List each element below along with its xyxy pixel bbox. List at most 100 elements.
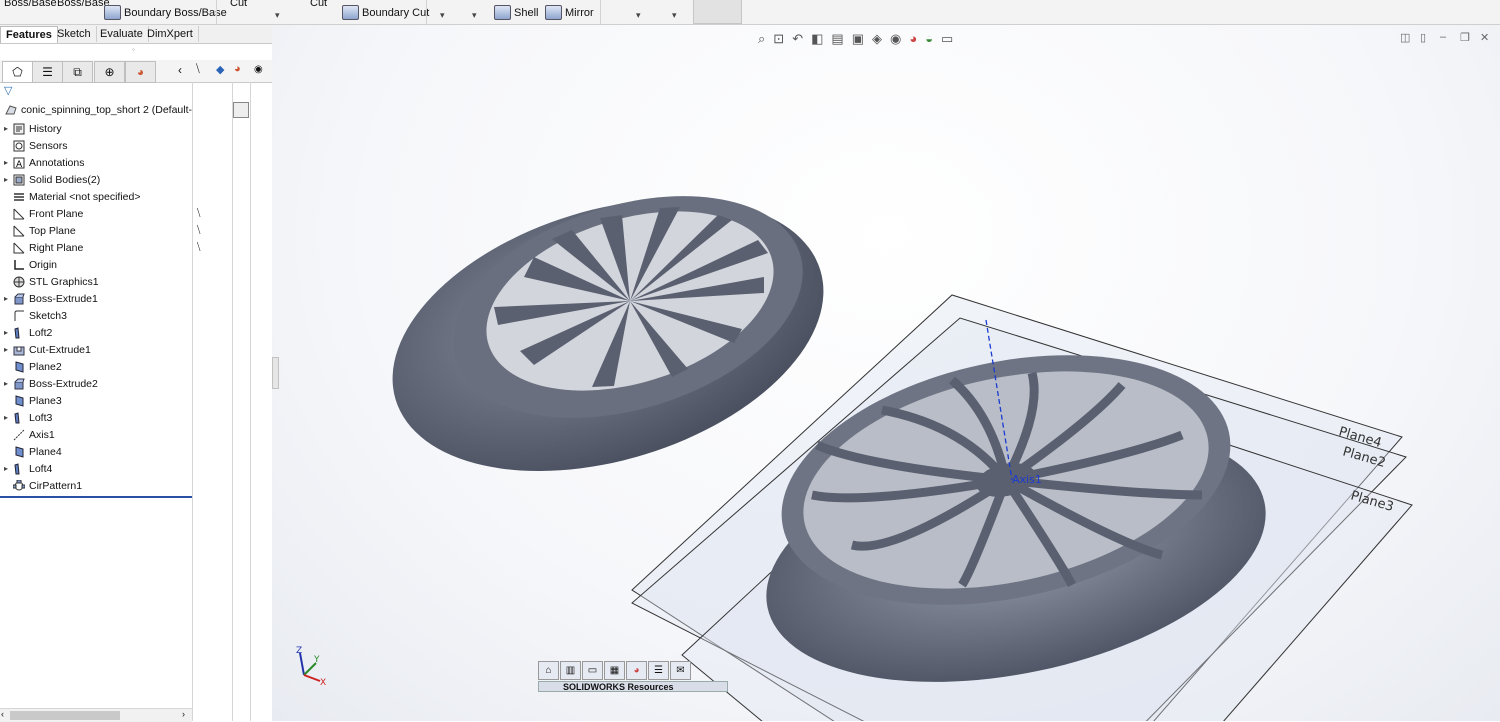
chevron-down-icon[interactable]: ▾ bbox=[636, 10, 641, 21]
tree-item-loft4[interactable]: ▸ Loft4 bbox=[0, 460, 192, 477]
display-manager-tab[interactable]: ◕ bbox=[125, 61, 156, 83]
ref-plane-icon bbox=[12, 360, 25, 373]
extruded-boss-button[interactable]: Boss/Base bbox=[4, 0, 57, 9]
custom-properties-icon[interactable]: ☰ bbox=[648, 661, 669, 680]
tree-item-annotations[interactable]: ▸ A Annotations bbox=[0, 154, 192, 171]
appearance-icon: ◕ bbox=[136, 65, 145, 79]
task-pane-title[interactable]: SOLIDWORKS Resources bbox=[538, 681, 728, 692]
tree-item-top-plane[interactable]: Top Plane bbox=[0, 222, 192, 239]
extruded-cut-button[interactable]: Cut bbox=[230, 0, 247, 9]
chevron-down-icon[interactable]: ▾ bbox=[672, 10, 677, 21]
design-library-icon[interactable]: ▥ bbox=[560, 661, 581, 680]
property-manager-tab[interactable]: ☰ bbox=[32, 61, 63, 83]
expand-arrow-icon[interactable]: ▸ bbox=[0, 294, 12, 303]
tree-root-part[interactable]: conic_spinning_top_short 2 (Default- bbox=[0, 101, 192, 118]
tree-item-front-plane[interactable]: Front Plane bbox=[0, 205, 192, 222]
tab-evaluate[interactable]: Evaluate bbox=[95, 26, 149, 42]
boundary-boss-button[interactable]: Boundary Boss/Base bbox=[104, 5, 227, 20]
tree-item-origin[interactable]: Origin bbox=[0, 256, 192, 273]
chevron-down-icon[interactable]: ▾ bbox=[275, 10, 280, 21]
tree-item-cirpattern1[interactable]: CirPattern1 bbox=[0, 477, 192, 494]
stl-icon bbox=[12, 276, 25, 288]
ribbon-blank-button[interactable] bbox=[693, 0, 742, 24]
part-icon bbox=[4, 104, 17, 116]
tree-item-boss-extrude2[interactable]: ▸ Boss-Extrude2 bbox=[0, 375, 192, 392]
view-palette-icon[interactable]: ▦ bbox=[604, 661, 625, 680]
tree-item-sketch3[interactable]: Sketch3 bbox=[0, 307, 192, 324]
tree-item-plane2[interactable]: Plane2 bbox=[0, 358, 192, 375]
solid-bodies-icon bbox=[12, 174, 25, 186]
axis-icon bbox=[12, 429, 25, 441]
tree-item-sensors[interactable]: Sensors bbox=[0, 137, 192, 154]
tab-dimxpert[interactable]: DimXpert bbox=[142, 26, 199, 42]
expand-arrow-icon[interactable]: ▸ bbox=[0, 379, 12, 388]
graphics-area[interactable]: ⌕ ⊡ ↶ ◧ ▤ ▣ ◈ ◉ ◕ ◒ ▭ ◫ ▯ – ❐ ✕ Axis1 Pl… bbox=[272, 25, 1500, 721]
cut-icon bbox=[12, 344, 25, 356]
tree-item-boss-extrude1[interactable]: ▸ Boss-Extrude1 bbox=[0, 290, 192, 307]
circular-pattern-icon bbox=[12, 479, 25, 492]
chevron-down-icon[interactable]: ▾ bbox=[440, 10, 445, 21]
hidden-state-icon[interactable]: ⧹ bbox=[197, 208, 200, 219]
revolved-cut-button[interactable]: Cut bbox=[310, 0, 327, 9]
shell-icon bbox=[494, 5, 511, 20]
expand-arrow-icon[interactable]: ▸ bbox=[0, 124, 12, 133]
tree-item-loft2[interactable]: ▸ Loft2 bbox=[0, 324, 192, 341]
scroll-right-icon[interactable]: › bbox=[182, 709, 185, 719]
annotation-icon: A bbox=[12, 157, 25, 169]
scene-appearance-icon[interactable]: ◕ bbox=[234, 63, 241, 75]
column-divider bbox=[192, 82, 193, 721]
model-canvas[interactable]: Axis1 Plane4 Plane2 Plane3 Z Y X bbox=[272, 25, 1500, 721]
tree-item-cut-extrude1[interactable]: ▸ Cut-Extrude1 bbox=[0, 341, 192, 358]
extrude-icon bbox=[12, 293, 25, 305]
feature-manager-tab[interactable]: ⬠ bbox=[2, 61, 33, 83]
expand-arrow-icon[interactable]: ▸ bbox=[0, 413, 12, 422]
loft-icon bbox=[12, 411, 25, 424]
tree-horizontal-scrollbar[interactable]: ‹ › bbox=[0, 708, 192, 722]
mirror-button[interactable]: Mirror bbox=[545, 5, 594, 20]
display-eye-icon[interactable]: ◉ bbox=[254, 64, 263, 75]
tree-item-history[interactable]: ▸ History bbox=[0, 120, 192, 137]
expand-arrow-icon[interactable]: ▸ bbox=[0, 175, 12, 184]
hide-show-icon[interactable]: ⧹ bbox=[196, 63, 200, 76]
plane-icon bbox=[12, 208, 25, 220]
chevron-down-icon[interactable]: ▾ bbox=[472, 10, 477, 21]
dimxpert-manager-tab[interactable]: ⊕ bbox=[94, 61, 125, 83]
view-cube-icon[interactable]: ◆ bbox=[216, 63, 224, 76]
filter-icon[interactable]: ▽ bbox=[4, 84, 12, 97]
tree-item-right-plane[interactable]: Right Plane bbox=[0, 239, 192, 256]
panel-collapse-handle[interactable] bbox=[272, 357, 279, 389]
hidden-state-icon[interactable]: ⧹ bbox=[197, 242, 200, 253]
forum-icon[interactable]: ✉ bbox=[670, 661, 691, 680]
plane-icon bbox=[12, 242, 25, 254]
tab-sketch[interactable]: Sketch bbox=[52, 26, 97, 42]
revolved-boss-button[interactable]: Boss/Base bbox=[57, 0, 110, 9]
scrollbar-thumb[interactable] bbox=[10, 711, 120, 720]
configuration-manager-tab[interactable]: ⧉ bbox=[62, 61, 93, 83]
loft-icon bbox=[12, 326, 25, 339]
tree-item-stl-graphics[interactable]: STL Graphics1 bbox=[0, 273, 192, 290]
expand-arrow-icon[interactable]: ▸ bbox=[0, 328, 12, 337]
expand-arrow-icon[interactable]: ▸ bbox=[0, 158, 12, 167]
tree-item-plane3[interactable]: Plane3 bbox=[0, 392, 192, 409]
tab-features[interactable]: Features bbox=[0, 26, 58, 43]
tree-item-axis1[interactable]: Axis1 bbox=[0, 426, 192, 443]
tree-item-solid-bodies[interactable]: ▸ Solid Bodies(2) bbox=[0, 171, 192, 188]
appearances-icon[interactable]: ◕ bbox=[626, 661, 647, 680]
expand-arrow-icon[interactable]: ▸ bbox=[0, 464, 12, 473]
file-explorer-icon[interactable]: ▭ bbox=[582, 661, 603, 680]
shell-button[interactable]: Shell bbox=[494, 5, 538, 20]
panel-grip-icon[interactable]: ◦ bbox=[132, 45, 135, 54]
feature-manager-panel: ◦ ⬠ ☰ ⧉ ⊕ ◕ ‹ ⧹ ◆ ◕ ◉ ▽ conic_spinning_t… bbox=[0, 44, 273, 722]
display-state-swatch[interactable] bbox=[233, 102, 249, 118]
boundary-cut-button[interactable]: Boundary Cut bbox=[342, 5, 429, 20]
scroll-left-icon[interactable]: ‹ bbox=[1, 709, 4, 719]
tree-item-plane4[interactable]: Plane4 bbox=[0, 443, 192, 460]
hidden-state-icon[interactable]: ⧹ bbox=[197, 225, 200, 236]
boundary-boss-icon bbox=[104, 5, 121, 20]
home-icon[interactable]: ⌂ bbox=[538, 661, 559, 680]
tree-item-loft3[interactable]: ▸ Loft3 bbox=[0, 409, 192, 426]
ref-plane-icon bbox=[12, 445, 25, 458]
expand-arrow-icon[interactable]: ▸ bbox=[0, 345, 12, 354]
chevron-left-icon[interactable]: ‹ bbox=[178, 63, 182, 77]
tree-item-material[interactable]: Material <not specified> bbox=[0, 188, 192, 205]
